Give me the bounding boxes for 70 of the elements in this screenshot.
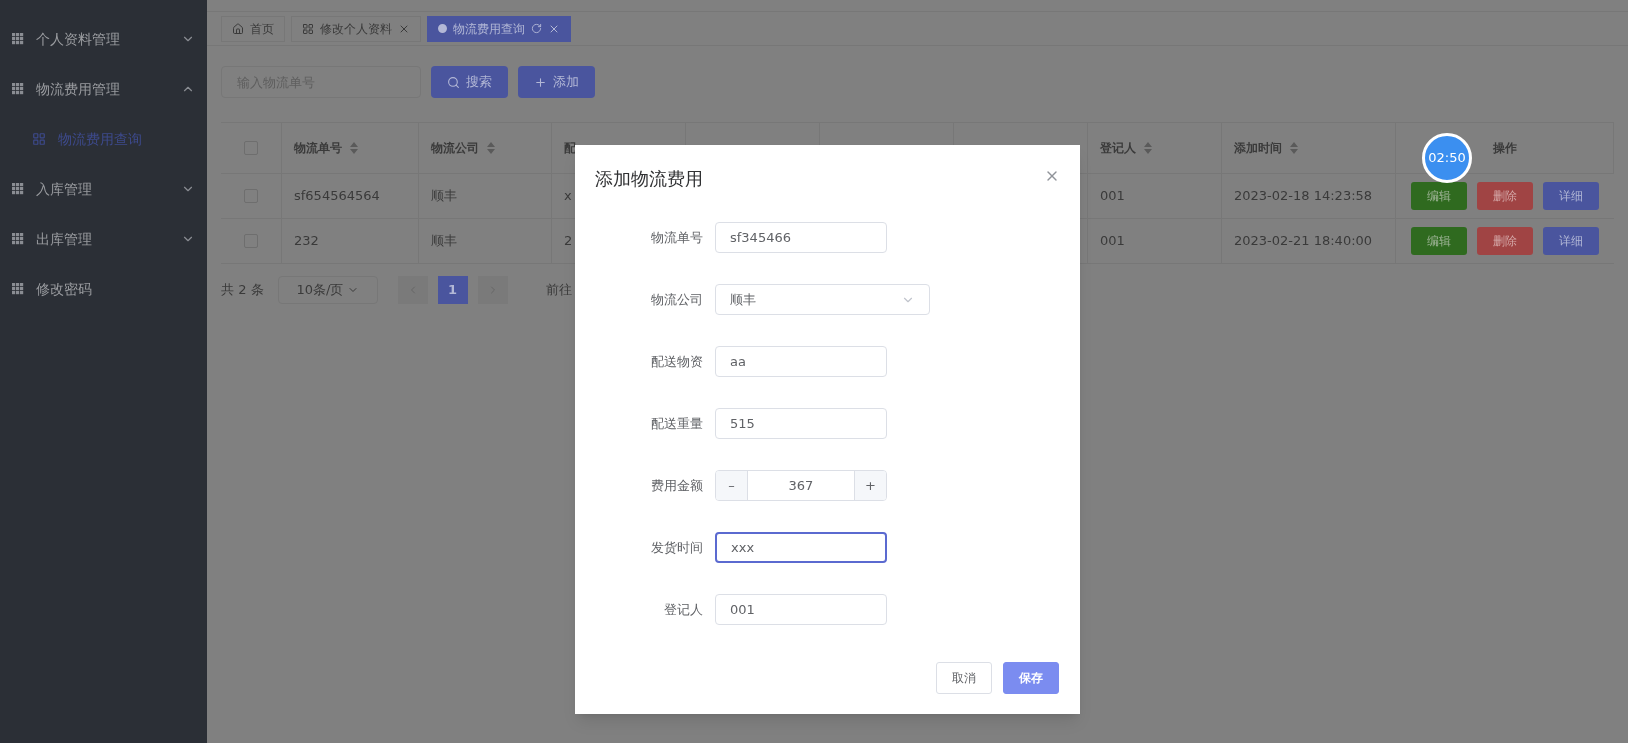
input-field[interactable]: 001 <box>715 594 887 625</box>
table-cell-text: 2023-02-18 14:23:58 <box>1234 187 1373 206</box>
sort-icon[interactable] <box>350 142 358 154</box>
input-field[interactable]: sf345466 <box>715 222 887 253</box>
sidebar-item[interactable]: 个人资料管理 <box>0 14 207 64</box>
table-cell-text: 001 <box>1100 232 1125 251</box>
field-label: 配送物资 <box>651 353 703 369</box>
detail-button[interactable]: 详细 <box>1543 227 1599 255</box>
timer-badge: 02:50 <box>1422 133 1472 183</box>
table-cell-text: 2023-02-21 18:40:00 <box>1234 232 1373 251</box>
refresh-icon <box>531 23 542 34</box>
column-header: 物流公司 <box>431 140 479 157</box>
edit-button[interactable]: 编辑 <box>1411 227 1467 255</box>
sort-icon[interactable] <box>487 142 495 154</box>
field-label: 物流单号 <box>651 229 703 245</box>
tab[interactable]: 物流费用查询 <box>427 15 571 42</box>
field-label: 物流公司 <box>651 291 703 307</box>
delete-button[interactable]: 删除 <box>1477 182 1533 210</box>
column-header: 添加时间 <box>1234 140 1282 157</box>
input-field[interactable]: aa <box>715 346 887 377</box>
total-count: 共 2 条 <box>221 281 264 300</box>
decrement-button[interactable]: – <box>716 471 748 500</box>
input-field[interactable]: 515 <box>715 408 887 439</box>
input-field[interactable]: xxx <box>715 532 887 563</box>
table-cell-text: 232 <box>294 232 319 251</box>
number-field[interactable]: – 367 + <box>715 470 887 501</box>
sort-icon[interactable] <box>1290 142 1298 154</box>
table-cell-text: 顺丰 <box>431 187 457 206</box>
table-cell-text: x <box>564 187 572 206</box>
grid-icon <box>12 183 24 195</box>
column-header: 操作 <box>1492 140 1517 157</box>
edit-button[interactable]: 编辑 <box>1411 182 1467 210</box>
field-label: 费用金额 <box>651 477 703 493</box>
grid-icon <box>12 283 24 295</box>
sort-icon[interactable] <box>1144 142 1152 154</box>
table-cell-text: 001 <box>1100 187 1125 206</box>
select-field[interactable]: 顺丰 <box>715 284 930 315</box>
field-label: 发货时间 <box>651 539 703 555</box>
sidebar-item[interactable]: 入库管理 <box>0 164 207 214</box>
table-cell-text: 2 <box>564 232 573 251</box>
page-size-select[interactable]: 10条/页 <box>277 276 378 304</box>
home-icon <box>232 22 244 35</box>
dialog-title: 添加物流费用 <box>595 167 703 191</box>
save-button[interactable]: 保存 <box>1003 662 1059 694</box>
page-number[interactable]: 1 <box>437 276 468 304</box>
sidebar-item[interactable]: 物流费用管理 <box>0 64 207 114</box>
search-icon <box>447 75 460 89</box>
tab[interactable]: 修改个人资料 <box>291 15 421 42</box>
table-cell-text: sf654564564 <box>294 187 380 206</box>
tab[interactable]: 首页 <box>221 15 285 42</box>
goto-label: 前往 <box>545 281 572 300</box>
detail-button[interactable]: 详细 <box>1543 182 1599 210</box>
cancel-button[interactable]: 取消 <box>936 662 992 694</box>
apps-icon <box>302 22 314 35</box>
increment-button[interactable]: + <box>854 471 886 500</box>
sidebar-item[interactable]: 修改密码 <box>0 264 207 314</box>
table-cell-text: 顺丰 <box>431 232 457 251</box>
field-label: 登记人 <box>664 601 703 617</box>
column-header: 登记人 <box>1100 140 1136 157</box>
apps-icon <box>32 132 46 146</box>
field-label: 配送重量 <box>651 415 703 431</box>
grid-icon <box>12 233 24 245</box>
grid-icon <box>12 33 24 45</box>
sidebar-item[interactable]: 出库管理 <box>0 214 207 264</box>
search-button[interactable]: 搜索 <box>431 66 508 98</box>
column-header: 物流单号 <box>294 140 342 157</box>
grid-icon <box>12 83 24 95</box>
add-button[interactable]: 添加 <box>518 66 595 98</box>
delete-button[interactable]: 删除 <box>1477 227 1533 255</box>
plus-icon <box>534 75 547 89</box>
